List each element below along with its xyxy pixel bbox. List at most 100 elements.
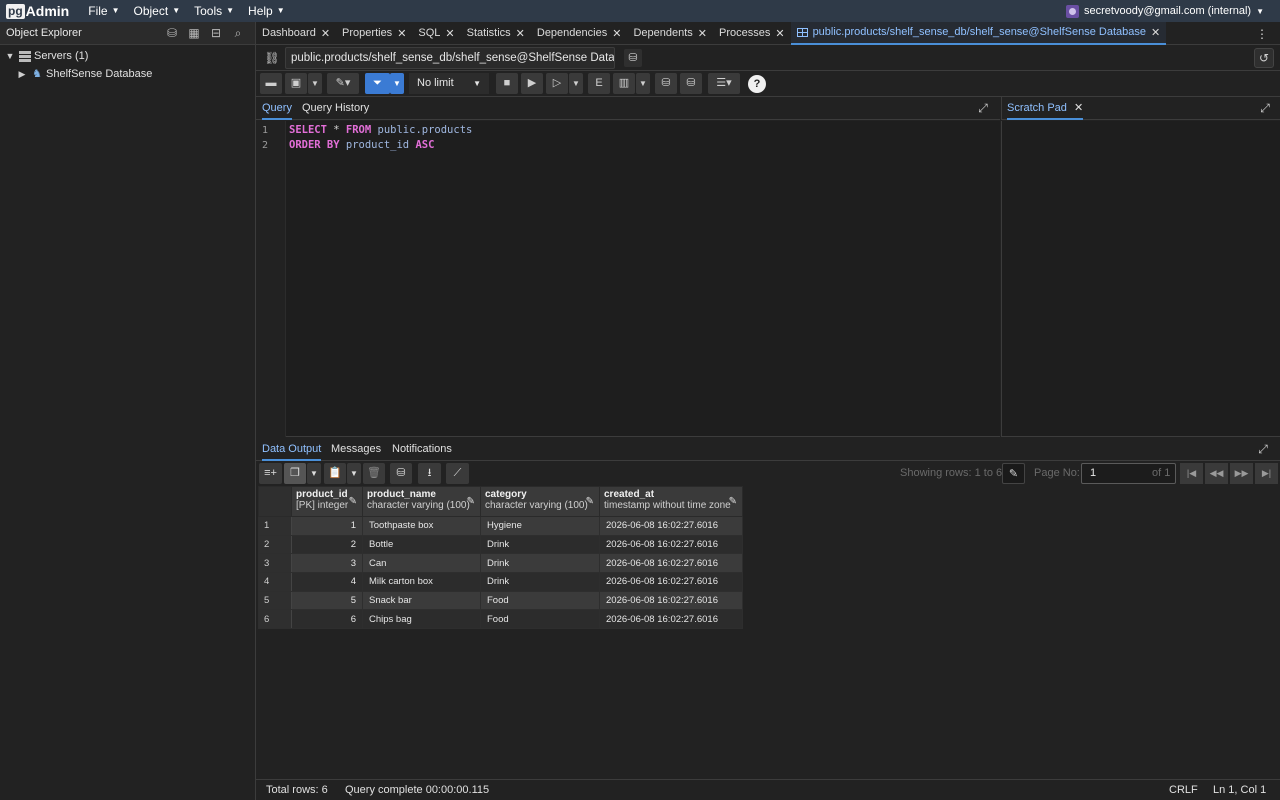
- help-icon[interactable]: ?: [748, 75, 766, 93]
- close-icon[interactable]: ✕: [698, 27, 707, 40]
- row-limit-select[interactable]: No limit ▼: [409, 73, 489, 94]
- database-icon[interactable]: ⛁: [624, 49, 642, 67]
- paste-options-chevron-icon[interactable]: ▼: [347, 463, 361, 484]
- pgadmin-logo[interactable]: pg Admin: [6, 3, 69, 19]
- table-row[interactable]: 4 4 Milk carton box Drink 2026-06-08 16:…: [258, 572, 743, 592]
- column-header-category[interactable]: category character varying (100) ✎: [480, 486, 600, 517]
- reset-layout-icon[interactable]: ↺: [1254, 48, 1274, 68]
- query-tool-icon[interactable]: ⛁: [165, 26, 179, 40]
- cell-product-id[interactable]: 6: [291, 609, 363, 630]
- close-icon[interactable]: ✕: [397, 27, 406, 40]
- cell-product-name[interactable]: Toothpaste box: [362, 516, 481, 536]
- close-icon[interactable]: ✕: [445, 27, 454, 40]
- cell-category[interactable]: Food: [480, 590, 600, 611]
- cell-product-name[interactable]: Snack bar: [362, 590, 481, 611]
- tab-statistics[interactable]: Statistics ✕: [461, 22, 531, 45]
- execute-options-chevron-icon[interactable]: ▼: [569, 73, 583, 94]
- column-header-created-at[interactable]: created_at timestamp without time zone ✎: [599, 486, 743, 517]
- menu-help[interactable]: Help ▼: [241, 0, 292, 22]
- view-data-icon[interactable]: ▦: [187, 26, 201, 40]
- tab-dependencies[interactable]: Dependencies ✕: [531, 22, 628, 45]
- tree-item-servers[interactable]: ▼ Servers (1): [0, 47, 255, 65]
- close-icon[interactable]: ✕: [1151, 26, 1160, 39]
- execute-script-icon[interactable]: ▷: [546, 73, 568, 94]
- copy-options-chevron-icon[interactable]: ▼: [307, 463, 321, 484]
- tab-dependents[interactable]: Dependents ✕: [627, 22, 713, 45]
- chevron-down-icon[interactable]: ▼: [4, 51, 16, 61]
- more-options-icon[interactable]: ⋮: [1256, 27, 1268, 41]
- tab-sql[interactable]: SQL ✕: [412, 22, 460, 45]
- column-header-product-id[interactable]: product_id [PK] integer ✎: [291, 486, 363, 517]
- delete-icon[interactable]: 🗑: [363, 463, 385, 484]
- cell-product-id[interactable]: 2: [291, 534, 363, 555]
- close-icon[interactable]: ✕: [1074, 102, 1083, 114]
- table-row[interactable]: 5 5 Snack bar Food 2026-06-08 16:02:27.6…: [258, 590, 743, 611]
- graph-icon[interactable]: ⟋: [446, 463, 469, 484]
- cell-created-at[interactable]: 2026-06-08 16:02:27.6016: [599, 572, 743, 592]
- connection-selector[interactable]: public.products/shelf_sense_db/shelf_sen…: [285, 47, 615, 69]
- chevron-right-icon[interactable]: ▶: [16, 69, 28, 80]
- code-line[interactable]: SELECT * FROM public.products: [289, 124, 472, 136]
- maximize-icon[interactable]: ⤢: [1256, 442, 1270, 456]
- copy-icon[interactable]: ❐: [284, 463, 306, 484]
- filter-rows-icon[interactable]: ⊟: [209, 26, 223, 40]
- edit-pencil-icon[interactable]: ✎▾: [327, 73, 359, 94]
- cell-product-id[interactable]: 3: [291, 553, 363, 574]
- tab-query[interactable]: Query: [262, 97, 292, 120]
- filter-icon[interactable]: ⏷: [365, 73, 390, 94]
- cell-created-at[interactable]: 2026-06-08 16:02:27.6016: [599, 534, 743, 555]
- add-row-icon[interactable]: ≡+: [259, 463, 282, 484]
- cell-product-name[interactable]: Bottle: [362, 534, 481, 555]
- save-file-icon[interactable]: ▣: [285, 73, 307, 94]
- maximize-icon[interactable]: ⤢: [976, 101, 990, 115]
- menu-tools[interactable]: Tools ▼: [187, 0, 241, 22]
- rollback-icon[interactable]: ⛁: [680, 73, 702, 94]
- close-icon[interactable]: ✕: [516, 27, 525, 40]
- connection-status-icon[interactable]: ⛓: [264, 50, 280, 66]
- scratch-pad-editor[interactable]: [1001, 121, 1280, 437]
- menu-file[interactable]: File ▼: [81, 0, 126, 22]
- cell-product-id[interactable]: 4: [291, 572, 363, 592]
- row-number-header[interactable]: [258, 486, 292, 517]
- explain-analyze-icon[interactable]: ▥: [613, 73, 635, 94]
- explain-icon[interactable]: E: [588, 73, 610, 94]
- first-page-icon[interactable]: |◀: [1180, 463, 1203, 484]
- row-number[interactable]: 6: [258, 609, 292, 630]
- cell-product-id[interactable]: 1: [291, 516, 363, 536]
- cell-created-at[interactable]: 2026-06-08 16:02:27.6016: [599, 590, 743, 611]
- cell-product-name[interactable]: Can: [362, 553, 481, 574]
- cell-category[interactable]: Food: [480, 609, 600, 630]
- column-header-product-name[interactable]: product_name character varying (100) ✎: [362, 486, 481, 517]
- cell-category[interactable]: Drink: [480, 534, 600, 555]
- previous-page-icon[interactable]: ◀◀: [1205, 463, 1228, 484]
- menu-object[interactable]: Object ▼: [127, 0, 188, 22]
- close-icon[interactable]: ✕: [612, 27, 621, 40]
- row-number[interactable]: 5: [258, 590, 292, 611]
- cell-product-name[interactable]: Chips bag: [362, 609, 481, 630]
- tab-processes[interactable]: Processes ✕: [713, 22, 791, 45]
- sql-editor[interactable]: 1 2 SELECT * FROM public.products ORDER …: [256, 121, 1000, 437]
- row-number[interactable]: 2: [258, 534, 292, 555]
- cell-category[interactable]: Drink: [480, 553, 600, 574]
- save-data-icon[interactable]: ⛁: [390, 463, 412, 484]
- cell-created-at[interactable]: 2026-06-08 16:02:27.6016: [599, 609, 743, 630]
- cell-created-at[interactable]: 2026-06-08 16:02:27.6016: [599, 553, 743, 574]
- save-options-chevron-icon[interactable]: ▼: [308, 73, 322, 94]
- cell-created-at[interactable]: 2026-06-08 16:02:27.6016: [599, 516, 743, 536]
- next-page-icon[interactable]: ▶▶: [1230, 463, 1253, 484]
- tab-messages[interactable]: Messages: [331, 438, 381, 461]
- paste-icon[interactable]: 📋: [324, 463, 346, 484]
- tab-notifications[interactable]: Notifications: [392, 438, 452, 461]
- tree-item-database[interactable]: ▶ ♞ ShelfSense Database: [0, 65, 255, 83]
- code-line[interactable]: ORDER BY product_id ASC: [289, 139, 434, 151]
- table-row[interactable]: 2 2 Bottle Drink 2026-06-08 16:02:27.601…: [258, 534, 743, 555]
- table-row[interactable]: 1 1 Toothpaste box Hygiene 2026-06-08 16…: [258, 516, 743, 536]
- explain-options-chevron-icon[interactable]: ▼: [636, 73, 650, 94]
- tab-query-tool[interactable]: public.products/shelf_sense_db/shelf_sen…: [790, 21, 1167, 45]
- tab-query-history[interactable]: Query History: [302, 97, 369, 120]
- edit-pagination-icon[interactable]: ✎: [1002, 463, 1025, 484]
- tab-scratch-pad[interactable]: Scratch Pad ✕: [1007, 97, 1084, 120]
- row-number[interactable]: 3: [258, 553, 292, 574]
- execute-play-icon[interactable]: ▶: [521, 73, 543, 94]
- download-icon[interactable]: ⭳: [418, 463, 441, 484]
